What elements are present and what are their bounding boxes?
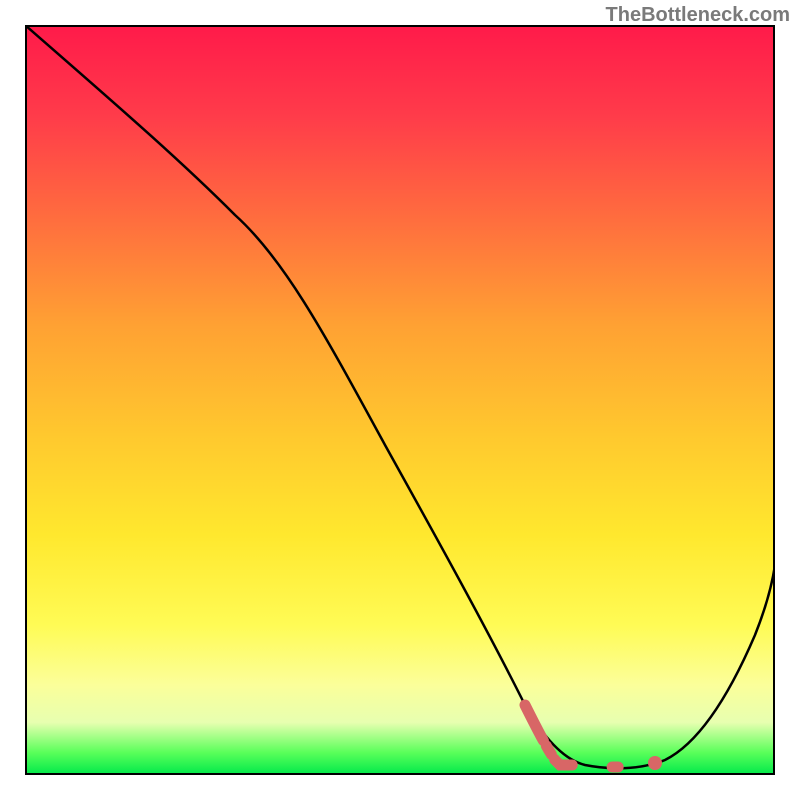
attribution-label: TheBottleneck.com [606, 4, 790, 27]
marker-segment [525, 705, 625, 767]
marker-dot-icon [648, 756, 662, 770]
optimum-marker [25, 25, 775, 775]
plot-area [25, 25, 775, 775]
chart-container: TheBottleneck.com [0, 0, 800, 800]
